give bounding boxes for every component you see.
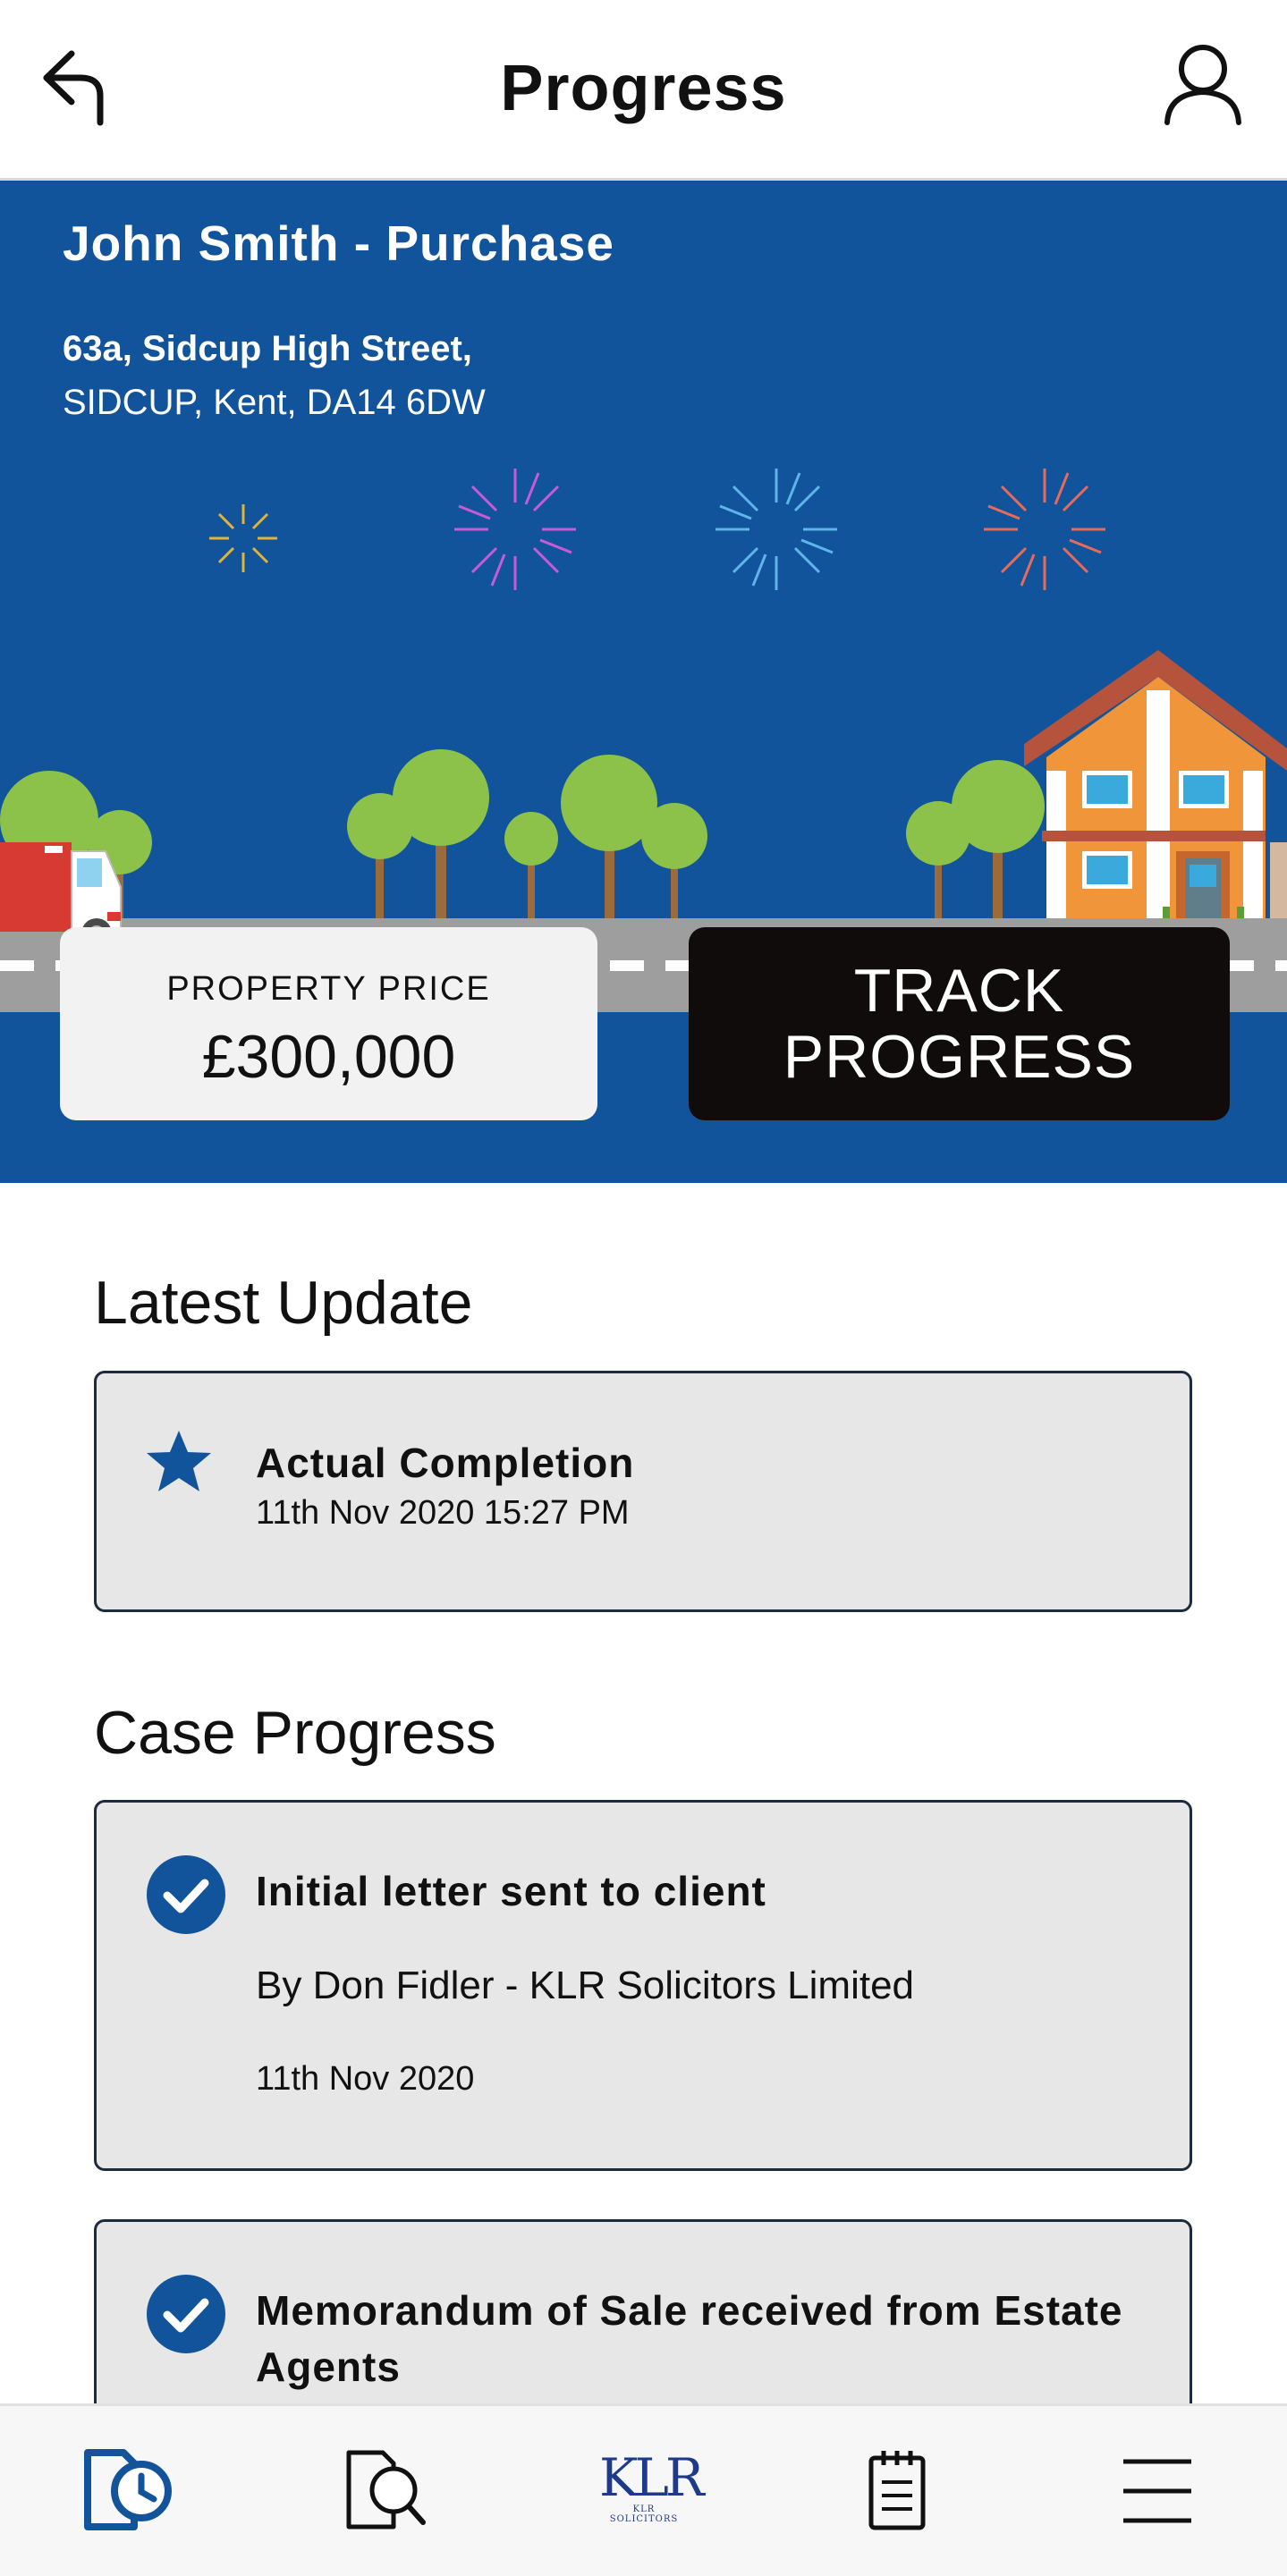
check-circle-icon — [147, 2275, 225, 2353]
property-price-label: PROPERTY PRICE — [166, 970, 491, 1008]
profile-button[interactable] — [1158, 40, 1248, 139]
track-progress-label-line2: PROGRESS — [783, 1023, 1136, 1091]
case-hero: John Smith - Purchase 63a, Sidcup High S… — [0, 181, 1287, 1183]
latest-update-title: Actual Completion — [256, 1440, 635, 1486]
nav-menu[interactable] — [1104, 2442, 1211, 2540]
check-circle-icon — [147, 1855, 225, 1934]
house-illustration — [1024, 650, 1287, 918]
firework-yellow — [209, 504, 277, 572]
property-price-card: PROPERTY PRICE £300,000 — [60, 927, 597, 1120]
bottom-navigation: KLR KLR SOLICITORS — [0, 2403, 1287, 2576]
nav-progress[interactable] — [79, 2442, 186, 2540]
klr-logo-mark: KLR — [599, 2447, 705, 2508]
document-search-icon — [346, 2450, 426, 2530]
firework-blue — [715, 469, 837, 590]
klr-logo[interactable]: KLR KLR SOLICITORS — [599, 2447, 705, 2524]
case-progress-heading: Case Progress — [94, 1699, 496, 1767]
track-progress-label-line1: TRACK — [853, 957, 1065, 1025]
progress-item[interactable]: Memorandum of Sale received from Estate … — [94, 2219, 1192, 2434]
address-line-1: 63a, Sidcup High Street, — [63, 329, 472, 368]
latest-update-date: 11th Nov 2020 15:27 PM — [256, 1494, 630, 1532]
latest-update-heading: Latest Update — [94, 1269, 473, 1337]
notepad-icon — [868, 2451, 926, 2530]
progress-item-date: 11th Nov 2020 — [256, 2060, 475, 2098]
case-title: John Smith - Purchase — [63, 215, 614, 271]
app-header: Progress — [0, 0, 1287, 181]
page-title: Progress — [500, 53, 787, 124]
latest-update-card[interactable]: Actual Completion 11th Nov 2020 15:27 PM — [94, 1371, 1192, 1612]
progress-clock-icon — [84, 2449, 172, 2530]
address-line-2: SIDCUP, Kent, DA14 6DW — [63, 383, 486, 422]
track-progress-button[interactable]: TRACK PROGRESS — [689, 927, 1230, 1120]
progress-item-title: Initial letter sent to client — [256, 1868, 766, 1914]
firework-pink — [454, 469, 576, 590]
star-icon — [147, 1431, 211, 1491]
menu-icon — [1123, 2459, 1191, 2523]
progress-item-title-line2: Agents — [256, 2344, 401, 2390]
tree-group-right — [906, 760, 1045, 918]
tree-group-middle — [347, 749, 707, 918]
progress-item[interactable]: Initial letter sent to client By Don Fid… — [94, 1800, 1192, 2171]
progress-item-subtitle: By Don Fidler - KLR Solicitors Limited — [256, 1964, 915, 2007]
firework-red — [984, 469, 1105, 590]
property-price-value: £300,000 — [201, 1023, 456, 1091]
user-icon — [1164, 45, 1241, 125]
progress-item-title-line1: Memorandum of Sale received from Estate — [256, 2287, 1123, 2334]
nav-documents[interactable] — [338, 2442, 445, 2540]
nav-notes[interactable] — [844, 2442, 952, 2540]
